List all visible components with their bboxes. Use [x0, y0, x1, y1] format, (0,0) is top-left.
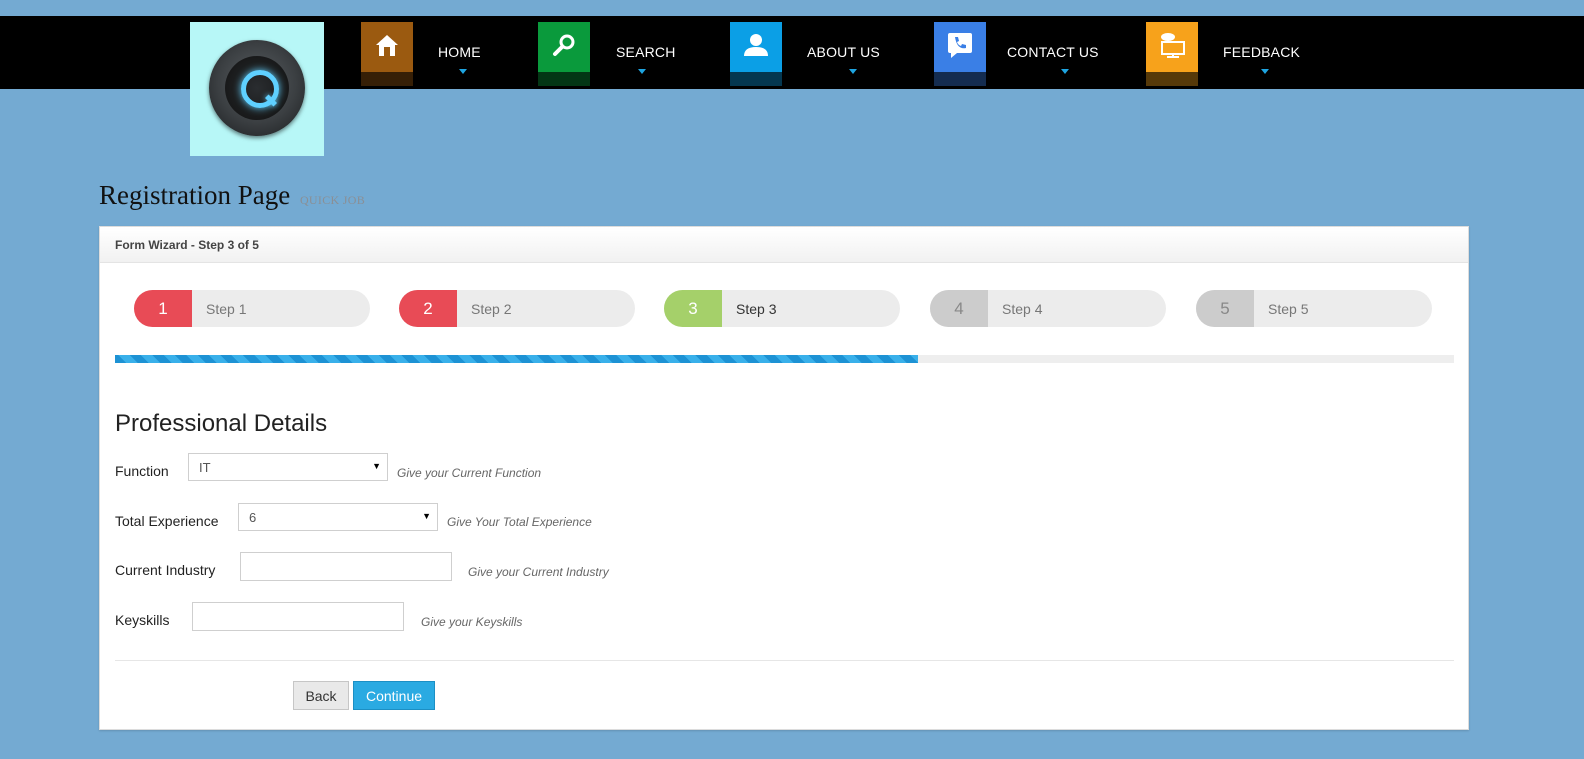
- step-1-number: 1: [134, 290, 192, 327]
- contact-tile: [934, 22, 986, 86]
- step-4-label: Step 4: [1002, 301, 1043, 317]
- nav-about-us-label: ABOUT US: [807, 44, 880, 60]
- panel-header: Form Wizard - Step 3 of 5: [100, 227, 1468, 263]
- step-1[interactable]: 1 Step 1: [134, 290, 370, 327]
- nav-contact-us[interactable]: CONTACT US: [934, 22, 1104, 86]
- function-select[interactable]: IT ▼: [188, 453, 388, 481]
- nav-home[interactable]: HOME: [361, 22, 491, 86]
- step-4[interactable]: 4 Step 4: [930, 290, 1166, 327]
- chevron-down-icon: [1061, 69, 1069, 74]
- home-tile: [361, 22, 413, 86]
- experience-select[interactable]: 6 ▼: [238, 503, 438, 531]
- chevron-down-icon: [638, 69, 646, 74]
- wizard-progress-fill: [115, 355, 919, 363]
- step-2-label: Step 2: [471, 301, 512, 317]
- step-4-number: 4: [930, 290, 988, 327]
- experience-value: 6: [249, 510, 257, 525]
- home-icon: [376, 35, 398, 56]
- keyskills-label: Keyskills: [115, 612, 170, 628]
- continue-button[interactable]: Continue: [353, 681, 435, 710]
- page-title-text: Registration Page: [99, 180, 291, 210]
- phone-icon: [948, 33, 972, 58]
- step-3-label: Step 3: [736, 301, 777, 317]
- step-3-number: 3: [664, 290, 722, 327]
- step-5[interactable]: 5 Step 5: [1196, 290, 1432, 327]
- user-icon: [744, 34, 768, 56]
- keyskills-hint: Give your Keyskills: [421, 615, 523, 629]
- feedback-tile: [1146, 22, 1198, 86]
- function-label: Function: [115, 463, 169, 479]
- panel-title: Form Wizard - Step 3 of 5: [115, 238, 259, 252]
- keyskills-input[interactable]: [192, 602, 404, 631]
- dropdown-arrow-icon: ▼: [422, 511, 431, 521]
- search-tile: [538, 22, 590, 86]
- form-divider: [115, 660, 1454, 661]
- function-value: IT: [199, 460, 211, 475]
- function-hint: Give your Current Function: [397, 466, 542, 480]
- section-title: Professional Details: [115, 410, 328, 437]
- dropdown-arrow-icon: ▼: [372, 461, 381, 471]
- step-5-label: Step 5: [1268, 301, 1309, 317]
- nav-about-us[interactable]: ABOUT US: [730, 22, 890, 86]
- step-5-number: 5: [1196, 290, 1254, 327]
- experience-hint: Give Your Total Experience: [447, 515, 592, 529]
- search-icon: [553, 34, 575, 56]
- back-button[interactable]: Back: [293, 681, 349, 710]
- form-wizard-panel: Form Wizard - Step 3 of 5 1 Step 1 2 Ste…: [99, 226, 1469, 730]
- nav-home-label: HOME: [438, 44, 481, 60]
- about-tile: [730, 22, 782, 86]
- chevron-down-icon: [849, 69, 857, 74]
- industry-label: Current Industry: [115, 562, 216, 578]
- step-3[interactable]: 3 Step 3: [664, 290, 900, 327]
- logo-ring: [209, 40, 305, 136]
- step-2[interactable]: 2 Step 2: [399, 290, 635, 327]
- nav-feedback-label: FEEDBACK: [1223, 44, 1301, 60]
- nav-search[interactable]: SEARCH: [538, 22, 688, 86]
- wizard-progress-bar: [115, 355, 1454, 363]
- logo-inner: [225, 56, 289, 120]
- page-subtitle: QUICK JOB: [299, 193, 366, 207]
- page-title: Registration Page QUICK JOB: [99, 180, 365, 211]
- feedback-icon: [1161, 33, 1185, 58]
- chevron-down-icon: [1261, 69, 1269, 74]
- nav-search-label: SEARCH: [616, 44, 676, 60]
- industry-input[interactable]: [240, 552, 452, 581]
- step-2-number: 2: [399, 290, 457, 327]
- industry-hint: Give your Current Industry: [468, 565, 609, 579]
- experience-label: Total Experience: [115, 513, 219, 529]
- site-logo[interactable]: [190, 22, 324, 156]
- nav-contact-us-label: CONTACT US: [1007, 44, 1099, 60]
- step-1-label: Step 1: [206, 301, 247, 317]
- chevron-down-icon: [459, 69, 467, 74]
- nav-feedback[interactable]: FEEDBACK: [1146, 22, 1306, 86]
